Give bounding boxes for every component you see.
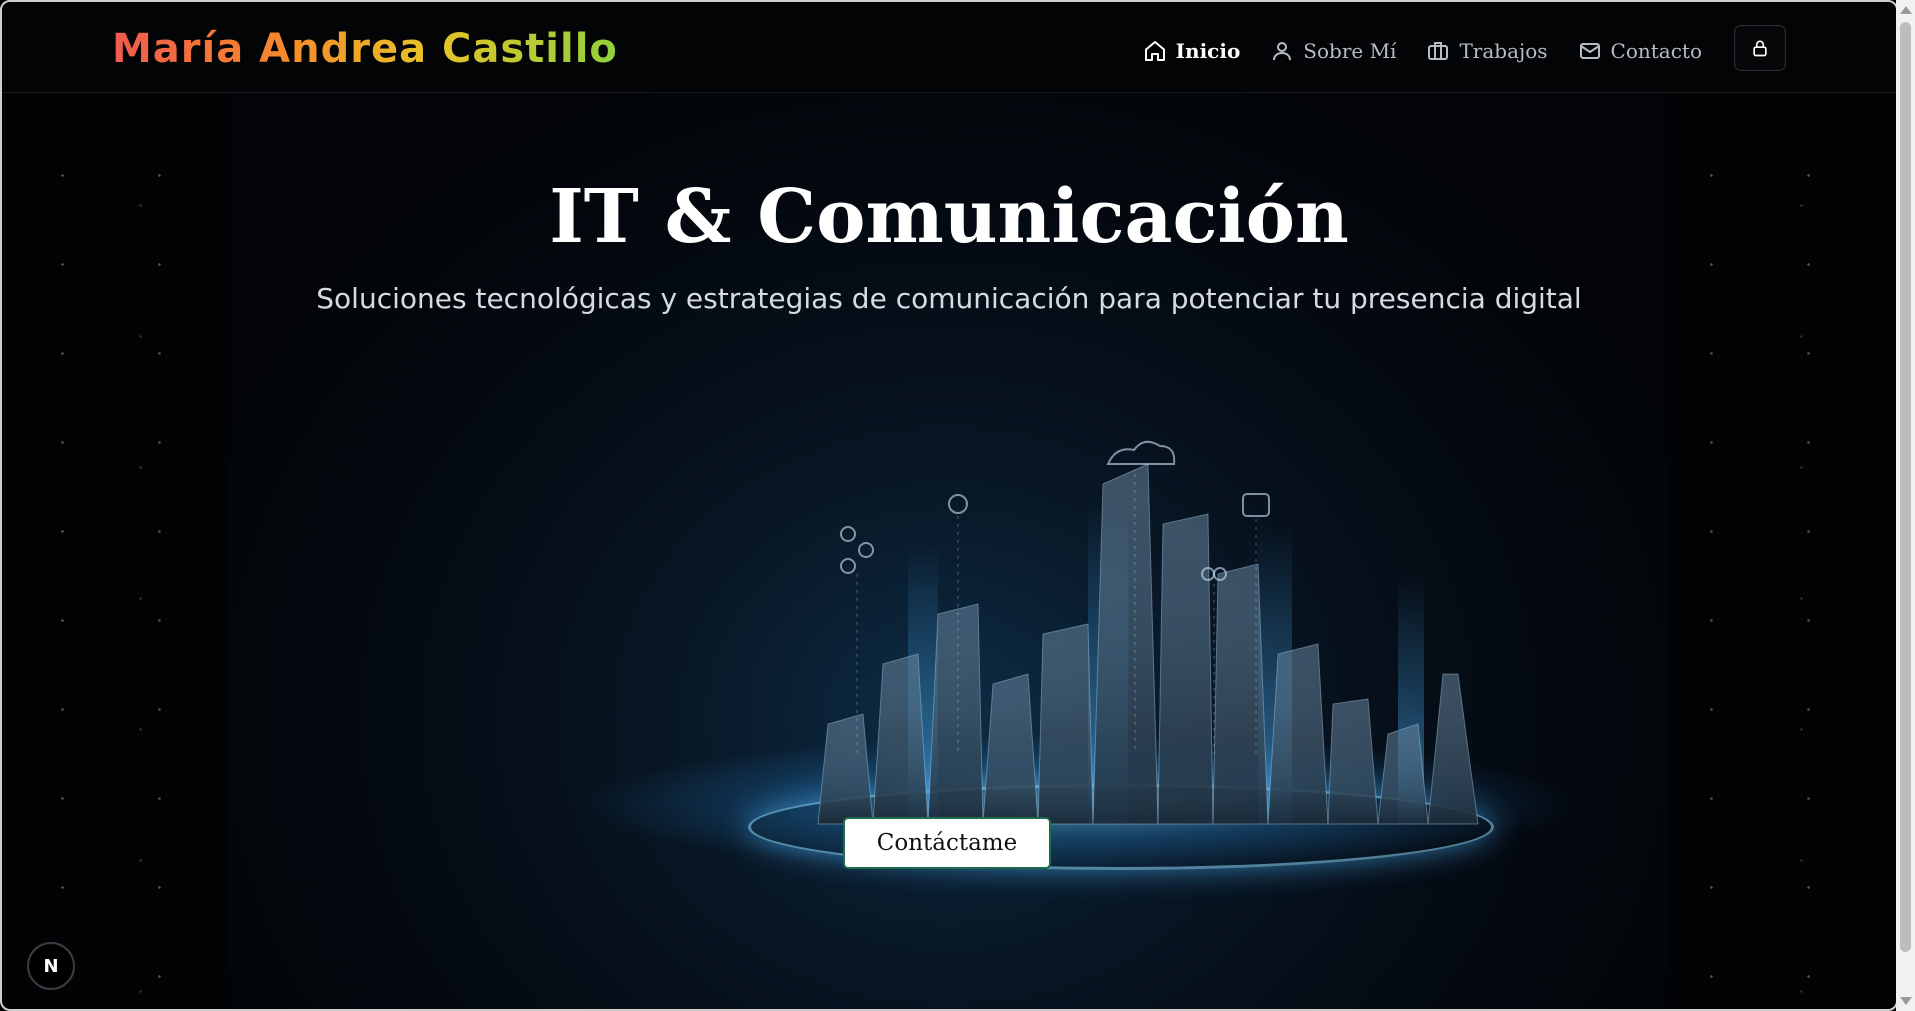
main-nav: Inicio Sobre Mí Trabajos Contacto (1113, 25, 1786, 71)
briefcase-icon (1428, 42, 1449, 60)
scroll-up-arrow-icon[interactable] (1900, 6, 1912, 14)
nav-item-contacto[interactable]: Contacto (1578, 39, 1702, 63)
login-button[interactable] (1734, 25, 1786, 71)
home-icon (1144, 41, 1165, 61)
site-header: María Andrea Castillo Inicio Sobre Mí Tr… (2, 2, 1896, 93)
page-scrollbar[interactable] (1896, 0, 1915, 1011)
browser-viewport: María Andrea Castillo Inicio Sobre Mí Tr… (0, 0, 1898, 1011)
mail-icon (1579, 43, 1600, 59)
lock-icon (1753, 40, 1767, 57)
user-icon (1273, 42, 1292, 61)
nav-label-contacto: Contacto (1610, 39, 1702, 63)
hero-title: IT & Comunicación (549, 174, 1349, 260)
hero-subtitle: Soluciones tecnológicas y estrategias de… (316, 282, 1582, 315)
nav-item-inicio[interactable]: Inicio (1143, 39, 1241, 63)
nav-item-sobre-mi[interactable]: Sobre Mí (1270, 39, 1396, 63)
scroll-thumb[interactable] (1900, 22, 1911, 952)
digital-city-illustration (817, 440, 1479, 825)
contact-cta-button[interactable]: Contáctame (843, 817, 1051, 869)
nav-label-sobre-mi: Sobre Mí (1303, 39, 1397, 63)
site-logo[interactable]: María Andrea Castillo (112, 26, 618, 72)
nextjs-dev-badge[interactable]: N (27, 942, 75, 990)
nav-label-trabajos: Trabajos (1459, 39, 1548, 63)
scroll-down-arrow-icon[interactable] (1900, 997, 1912, 1005)
nav-label-inicio: Inicio (1175, 39, 1241, 63)
nav-item-trabajos[interactable]: Trabajos (1426, 39, 1548, 63)
